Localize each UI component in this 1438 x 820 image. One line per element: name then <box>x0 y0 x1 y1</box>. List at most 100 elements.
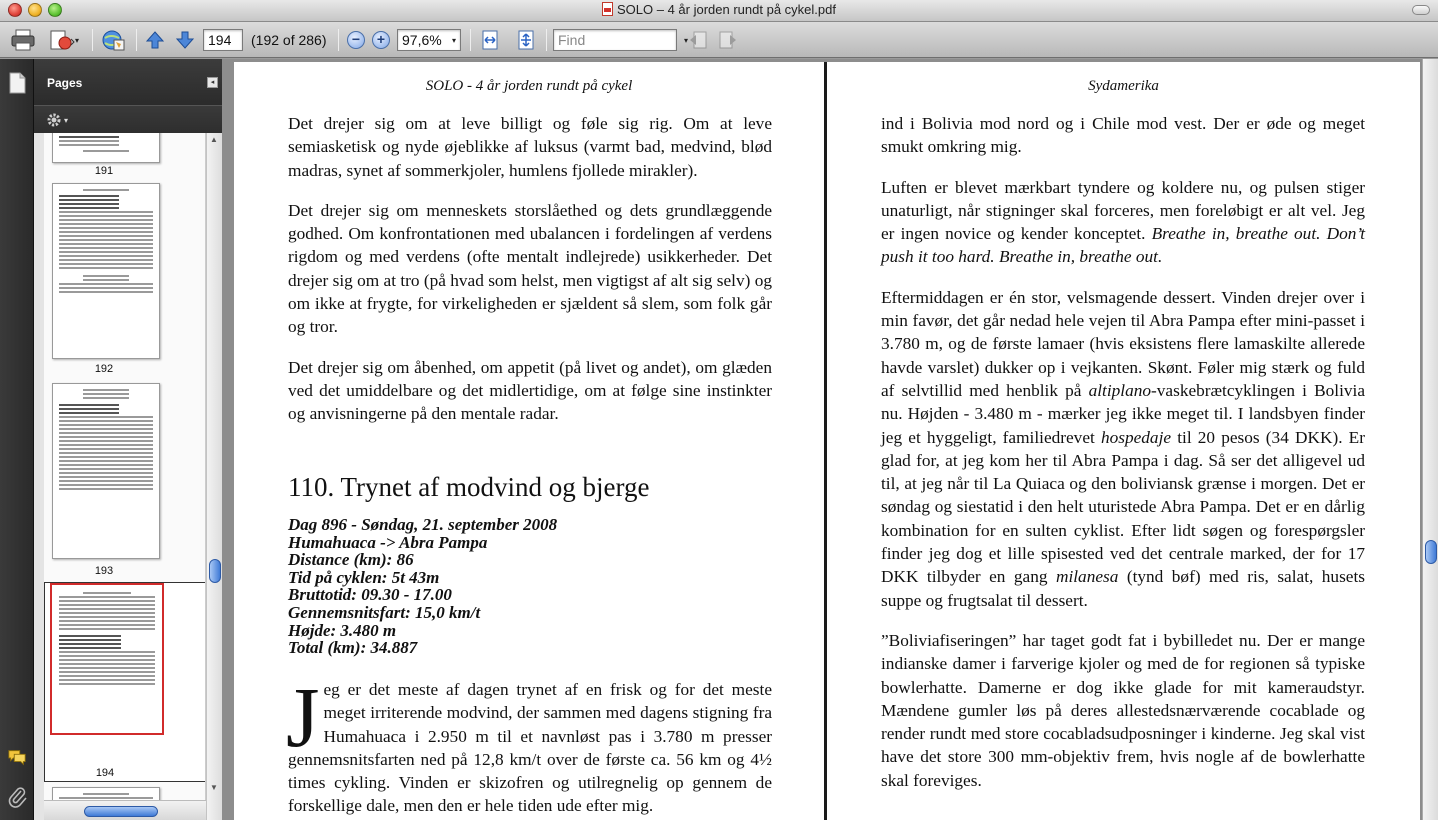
zoom-out-icon: − <box>347 31 365 49</box>
fit-width-button[interactable] <box>478 28 502 52</box>
thumbnail-viewport-frame[interactable] <box>50 583 164 735</box>
find-next-button[interactable] <box>716 28 740 52</box>
zoom-dropdown-icon: ▾ <box>451 36 456 45</box>
page-number-input[interactable]: 194 <box>203 29 243 51</box>
zoom-level-select[interactable]: 97,6% ▾ <box>397 29 461 51</box>
document-vertical-scrollbar[interactable] <box>1422 59 1438 820</box>
pdf-file-icon <box>602 2 614 16</box>
print-button[interactable] <box>8 28 38 52</box>
navigation-strip <box>0 59 34 820</box>
internet-icon <box>102 30 125 51</box>
day-info-line: Gennemsnitsfart: 15,0 km/t <box>288 602 481 622</box>
italic-text-run: altiplano <box>1088 380 1152 400</box>
paragraph: Eftermiddagen er én stor, velsmagende de… <box>881 286 1365 612</box>
page-thumbnails: 191 192 193 194 <box>44 133 206 820</box>
toolbar-separator <box>92 29 93 51</box>
day-info-line: Bruttotid: 09.30 - 17.00 <box>288 585 452 605</box>
comments-panel-button[interactable] <box>7 747 27 767</box>
zoom-out-button[interactable]: − <box>346 28 366 52</box>
export-button[interactable]: ▾ <box>44 28 82 52</box>
fit-page-button[interactable] <box>514 28 538 52</box>
fit-page-icon <box>518 30 534 50</box>
paragraph: ”Boliviafiseringen” har taget godt fat i… <box>881 630 1365 790</box>
pages-panel-button[interactable] <box>7 72 27 94</box>
title-bar: SOLO – 4 år jorden rundt på cykel.pdf <box>0 0 1438 22</box>
italic-text-run: milanesa <box>1055 567 1119 587</box>
page-thumbnail-191[interactable] <box>52 133 160 163</box>
toolbar-separator <box>136 29 137 51</box>
collapse-panel-button[interactable]: ◂ <box>207 77 218 88</box>
chapter-body-text: eg er det meste af dagen trynet af en fr… <box>288 680 772 816</box>
toolbar-toggle-button[interactable] <box>1412 5 1430 15</box>
next-page-button[interactable] <box>173 28 197 52</box>
left-chapter-body: Jeg er det meste af dagen trynet af en f… <box>286 669 772 818</box>
paperclip-icon <box>8 787 27 808</box>
pages-panel-title: Pages <box>47 76 83 90</box>
export-dropdown-icon: ▾ <box>74 35 79 45</box>
pages-panel: Pages ◂ ▾ 191 192 193 194 ▲ ▼ <box>34 59 222 820</box>
page-up-icon <box>145 31 165 49</box>
thumbnail-label-192: 192 <box>94 363 114 375</box>
thumbnail-label-194: 194 <box>95 767 115 779</box>
document-view[interactable]: SOLO - 4 år jorden rundt på cykel Det dr… <box>222 59 1422 820</box>
pages-options-button[interactable]: ▾ <box>46 112 68 128</box>
options-dropdown-icon: ▾ <box>64 115 69 125</box>
italic-text-run: hospedaje <box>1100 427 1172 447</box>
thumbnail-label-193: 193 <box>94 565 114 577</box>
thumbnails-vertical-scrollbar[interactable]: ▲ ▼ <box>206 133 222 820</box>
thumbnails-horizontal-scrollbar[interactable] <box>44 800 206 820</box>
thumbnails-hscroll-thumb[interactable] <box>84 806 158 817</box>
running-head-left: SOLO - 4 år jorden rundt på cykel <box>425 78 633 94</box>
day-info-line: Humahuaca -> Abra Pampa <box>288 532 488 552</box>
scroll-up-arrow-icon[interactable]: ▲ <box>210 135 218 144</box>
paragraph: Det drejer sig om åbenhed, om appetit (p… <box>288 357 772 424</box>
chapter-title: 110. Trynet af modvind og bjerge <box>288 472 650 502</box>
document-scroll-thumb[interactable] <box>1425 540 1437 564</box>
thumbnails-scroll-thumb[interactable] <box>209 559 221 583</box>
find-previous-button[interactable] <box>686 28 710 52</box>
find-placeholder: Find <box>558 32 586 48</box>
zoom-in-icon: + <box>372 31 390 49</box>
page-count-label: (192 of 286) <box>251 32 327 48</box>
window-title-wrap: SOLO – 4 år jorden rundt på cykel.pdf <box>0 2 1438 17</box>
toolbar-separator <box>546 29 547 51</box>
day-info-line: Tid på cyklen: 5t 43m <box>288 567 440 587</box>
scroll-down-arrow-icon[interactable]: ▼ <box>210 783 218 792</box>
day-info-line: Højde: 3.480 m <box>288 620 397 640</box>
day-info-line: Distance (km): 86 <box>288 550 414 570</box>
day-info-line: Total (km): 34.887 <box>288 638 418 658</box>
gear-icon <box>47 113 61 127</box>
left-body-text: Det drejer sig om at leve billigt og føl… <box>288 112 772 443</box>
thumb-text-line <box>59 136 119 138</box>
find-input[interactable]: Find ▾ <box>553 29 688 51</box>
drop-cap: J <box>286 669 320 765</box>
day-info-line: Dag 896 - Søndag, 21. september 2008 <box>288 515 558 534</box>
thumb-text-line <box>59 144 119 146</box>
internet-button[interactable] <box>98 28 128 52</box>
day-info-block: Dag 896 - Søndag, 21. september 2008 Hum… <box>288 516 557 657</box>
page-thumbnail-194-selected[interactable]: 194 <box>44 582 205 782</box>
export-icon <box>50 30 75 50</box>
fit-width-icon <box>482 30 498 50</box>
attachments-panel-button[interactable] <box>7 787 27 808</box>
pages-icon <box>9 72 26 94</box>
comment-icon <box>8 750 26 766</box>
find-prev-icon <box>690 31 707 49</box>
pages-panel-header: Pages ◂ <box>34 59 222 105</box>
right-body-text: ind i Bolivia mod nord og i Chile mod ve… <box>881 112 1365 809</box>
page-thumbnail-193[interactable] <box>52 383 160 559</box>
toolbar-separator <box>338 29 339 51</box>
page-thumbnail-192[interactable] <box>52 183 160 359</box>
zoom-in-button[interactable]: + <box>371 28 391 52</box>
pdf-page-left: SOLO - 4 år jorden rundt på cykel Det dr… <box>234 62 824 820</box>
pages-options-bar: ▾ <box>34 105 222 133</box>
zoom-level-value: 97,6% <box>402 32 442 48</box>
find-next-icon <box>719 31 736 49</box>
window-title: SOLO – 4 år jorden rundt på cykel.pdf <box>617 2 836 17</box>
running-head-right: Sydamerika <box>1088 78 1159 94</box>
paragraph: ind i Bolivia mod nord og i Chile mod ve… <box>881 114 1365 157</box>
paragraph: Det drejer sig om menneskets storslåethe… <box>288 200 772 337</box>
pdf-page-right: Sydamerika ind i Bolivia mod nord og i C… <box>827 62 1420 820</box>
previous-page-button[interactable] <box>143 28 167 52</box>
toolbar: ▾ 194 (192 of 286) − + 97,6% ▾ Find ▾ <box>0 22 1438 58</box>
